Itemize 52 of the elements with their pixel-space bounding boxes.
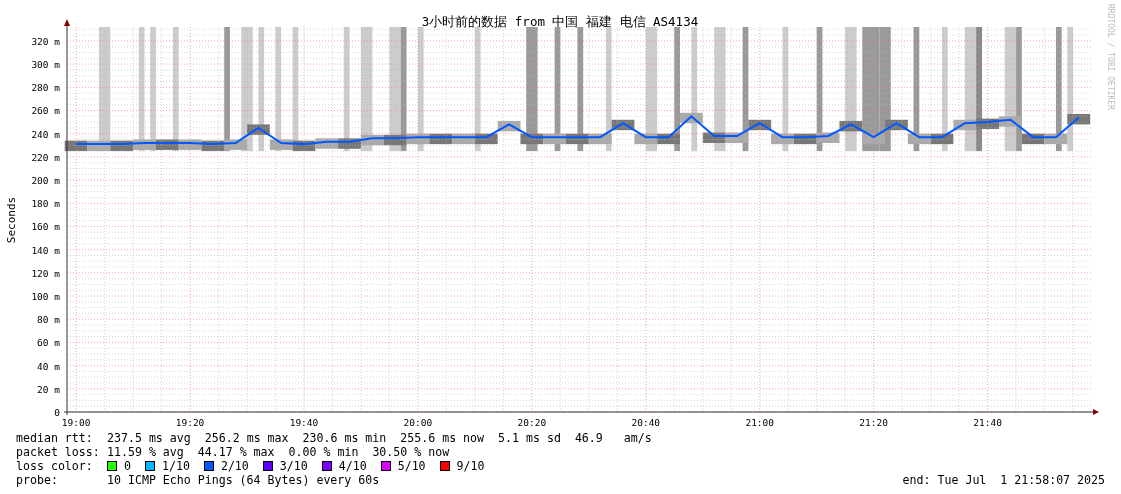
stat-value: 237.5 ms avg (107, 431, 191, 445)
x-tick-label: 19:20 (175, 417, 205, 428)
stat-value: 255.6 ms now (400, 431, 485, 445)
legend-label: packet loss: (16, 445, 101, 459)
stat-value: 0.00 % min (288, 445, 359, 459)
y-tick-label: 300 m (31, 59, 60, 71)
y-tick-label: 320 m (31, 35, 60, 47)
y-tick-label: 140 m (31, 244, 60, 256)
stat-value: 44.17 % max (197, 445, 275, 459)
y-tick-label: 20 m (37, 383, 60, 395)
x-tick-label: 20:40 (631, 417, 661, 428)
y-tick-label: 80 m (37, 314, 60, 326)
y-tick-label: 40 m (37, 360, 60, 372)
loss-level-label: 4/10 (338, 459, 367, 473)
watermark-text: RRDTOOL / TOBI OETIKER (1106, 4, 1115, 110)
loss-level-label: 0 (124, 459, 131, 473)
y-tick-label: 280 m (31, 82, 60, 94)
stat-value: 5.1 ms sd (498, 431, 561, 445)
y-tick-label: 220 m (31, 151, 60, 163)
loss-level-label: 1/10 (162, 459, 190, 473)
legend-label: loss color: (16, 459, 94, 473)
y-tick-label: 180 m (31, 198, 60, 210)
probe-description: 10 ICMP Echo Pings (64 Bytes) every 60s (107, 473, 380, 487)
y-tick-label: 60 m (37, 337, 60, 349)
loss-level-label: 9/10 (456, 459, 485, 473)
x-tick-label: 20:00 (403, 417, 433, 428)
stat-value: 46.9 am/s (574, 431, 652, 445)
y-tick-label: 160 m (31, 221, 60, 233)
end-time: end: Tue Jul 1 21:58:07 2025 (902, 473, 1105, 487)
x-tick-label: 20:20 (517, 417, 547, 428)
loss-level-label: 2/10 (220, 459, 249, 473)
y-tick-label: 120 m (31, 267, 60, 279)
stat-value: 230.6 ms min (302, 431, 387, 445)
y-tick-label: 100 m (31, 291, 60, 303)
y-tick-label: 0 (54, 407, 60, 418)
x-tick-label: 21:20 (859, 417, 888, 428)
chart-title: 3小时前的数据 from 中国 福建 电信 AS4134 (421, 14, 699, 29)
y-tick-label: 240 m (31, 128, 60, 140)
stat-value: 30.50 % now (372, 445, 450, 459)
stat-value: 256.2 ms max (204, 431, 289, 445)
x-tick-label: 19:40 (289, 417, 319, 428)
legend-label: median rtt: (16, 431, 94, 445)
x-tick-label: 21:40 (973, 417, 1002, 428)
loss-level-label: 3/10 (279, 459, 308, 473)
y-tick-label: 260 m (31, 105, 60, 117)
legend-label: probe: (16, 473, 59, 487)
y-tick-label: 200 m (31, 175, 60, 187)
x-tick-label: 19:00 (61, 417, 91, 428)
x-tick-label: 21:00 (745, 417, 775, 428)
loss-level-label: 5/10 (397, 459, 426, 473)
y-axis-label: Seconds (5, 196, 18, 244)
stat-value: 11.59 % avg (107, 445, 184, 459)
